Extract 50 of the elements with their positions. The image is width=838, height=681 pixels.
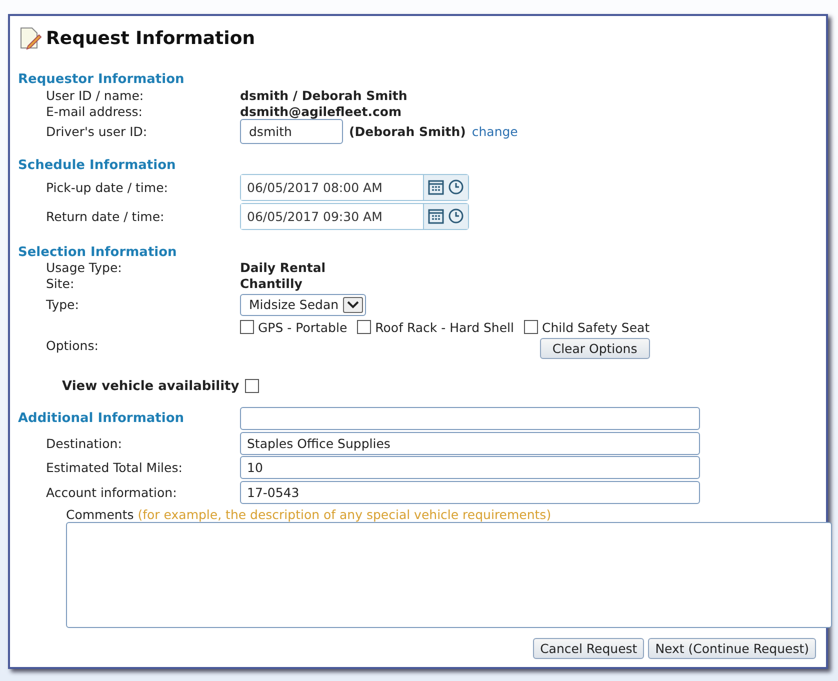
text-field[interactable]: 10 [240, 456, 700, 480]
next-button[interactable]: Next (Continue Request) [648, 638, 816, 659]
field-label: Options: [45, 338, 100, 353]
page-title: Request Information [46, 28, 256, 48]
field-label: Account information: [45, 485, 178, 500]
field-label: E-mail address: [45, 104, 144, 118]
checkbox[interactable] [524, 320, 538, 334]
section-heading: Schedule Information [18, 158, 177, 173]
availability-label: View vehicle availability [62, 378, 240, 394]
change-link[interactable]: change [472, 124, 518, 139]
clear-options-button[interactable]: Clear Options [540, 338, 650, 359]
option-label: Child Safety Seat [542, 320, 650, 335]
field-label: Usage Type: [45, 260, 123, 276]
field-label: Pick-up date / time: [45, 180, 169, 195]
text-field[interactable]: 17-0543 [240, 481, 700, 504]
section-heading: Requestor Information [18, 72, 186, 87]
driver-name: (Deborah Smith) [349, 124, 466, 139]
checkbox[interactable] [240, 320, 254, 334]
field-label: User ID / name: [45, 88, 145, 102]
calendar-icon[interactable] [428, 179, 444, 196]
text-field[interactable] [240, 406, 700, 430]
text-field[interactable]: Staples Office Supplies [240, 432, 700, 455]
caret-icon [342, 296, 363, 313]
option-label: GPS - Portable [258, 320, 348, 335]
field-label: Estimated Total Miles: [45, 460, 184, 476]
type-dropdown[interactable]: Midsize Sedan [240, 294, 366, 316]
field-value: Chantilly [240, 276, 304, 292]
field-value: dsmith@agilefleet.com [240, 104, 402, 118]
field-label: Driver's user ID: [45, 124, 148, 139]
driver-id-field[interactable]: dsmith [240, 119, 343, 144]
option-label: Roof Rack - Hard Shell [375, 320, 514, 335]
clock-icon[interactable] [448, 179, 464, 196]
section-heading: Additional Information [18, 410, 186, 426]
document-pencil-icon [18, 26, 42, 50]
datetime-field[interactable]: 06/05/2017 08:00 AM [240, 174, 469, 201]
datetime-field[interactable]: 06/05/2017 09:30 AM [240, 202, 469, 230]
comments-field[interactable] [66, 522, 832, 628]
calendar-icon[interactable] [428, 208, 444, 224]
checkbox[interactable] [357, 320, 372, 334]
field-value: Daily Rental [240, 260, 327, 276]
field-label: Type: [45, 297, 80, 312]
field-label: Return date / time: [45, 208, 166, 224]
field-label: Destination: [45, 436, 123, 451]
clock-icon[interactable] [448, 208, 464, 224]
section-heading: Selection Information [18, 244, 178, 260]
cancel-button[interactable]: Cancel Request [533, 638, 644, 659]
checkbox[interactable] [245, 379, 260, 394]
field-label: Site: [45, 276, 76, 292]
comments-label: Comments (for example, the description of any special vehicle requirements) [65, 507, 552, 522]
field-value: dsmith / Deborah Smith [240, 88, 408, 102]
